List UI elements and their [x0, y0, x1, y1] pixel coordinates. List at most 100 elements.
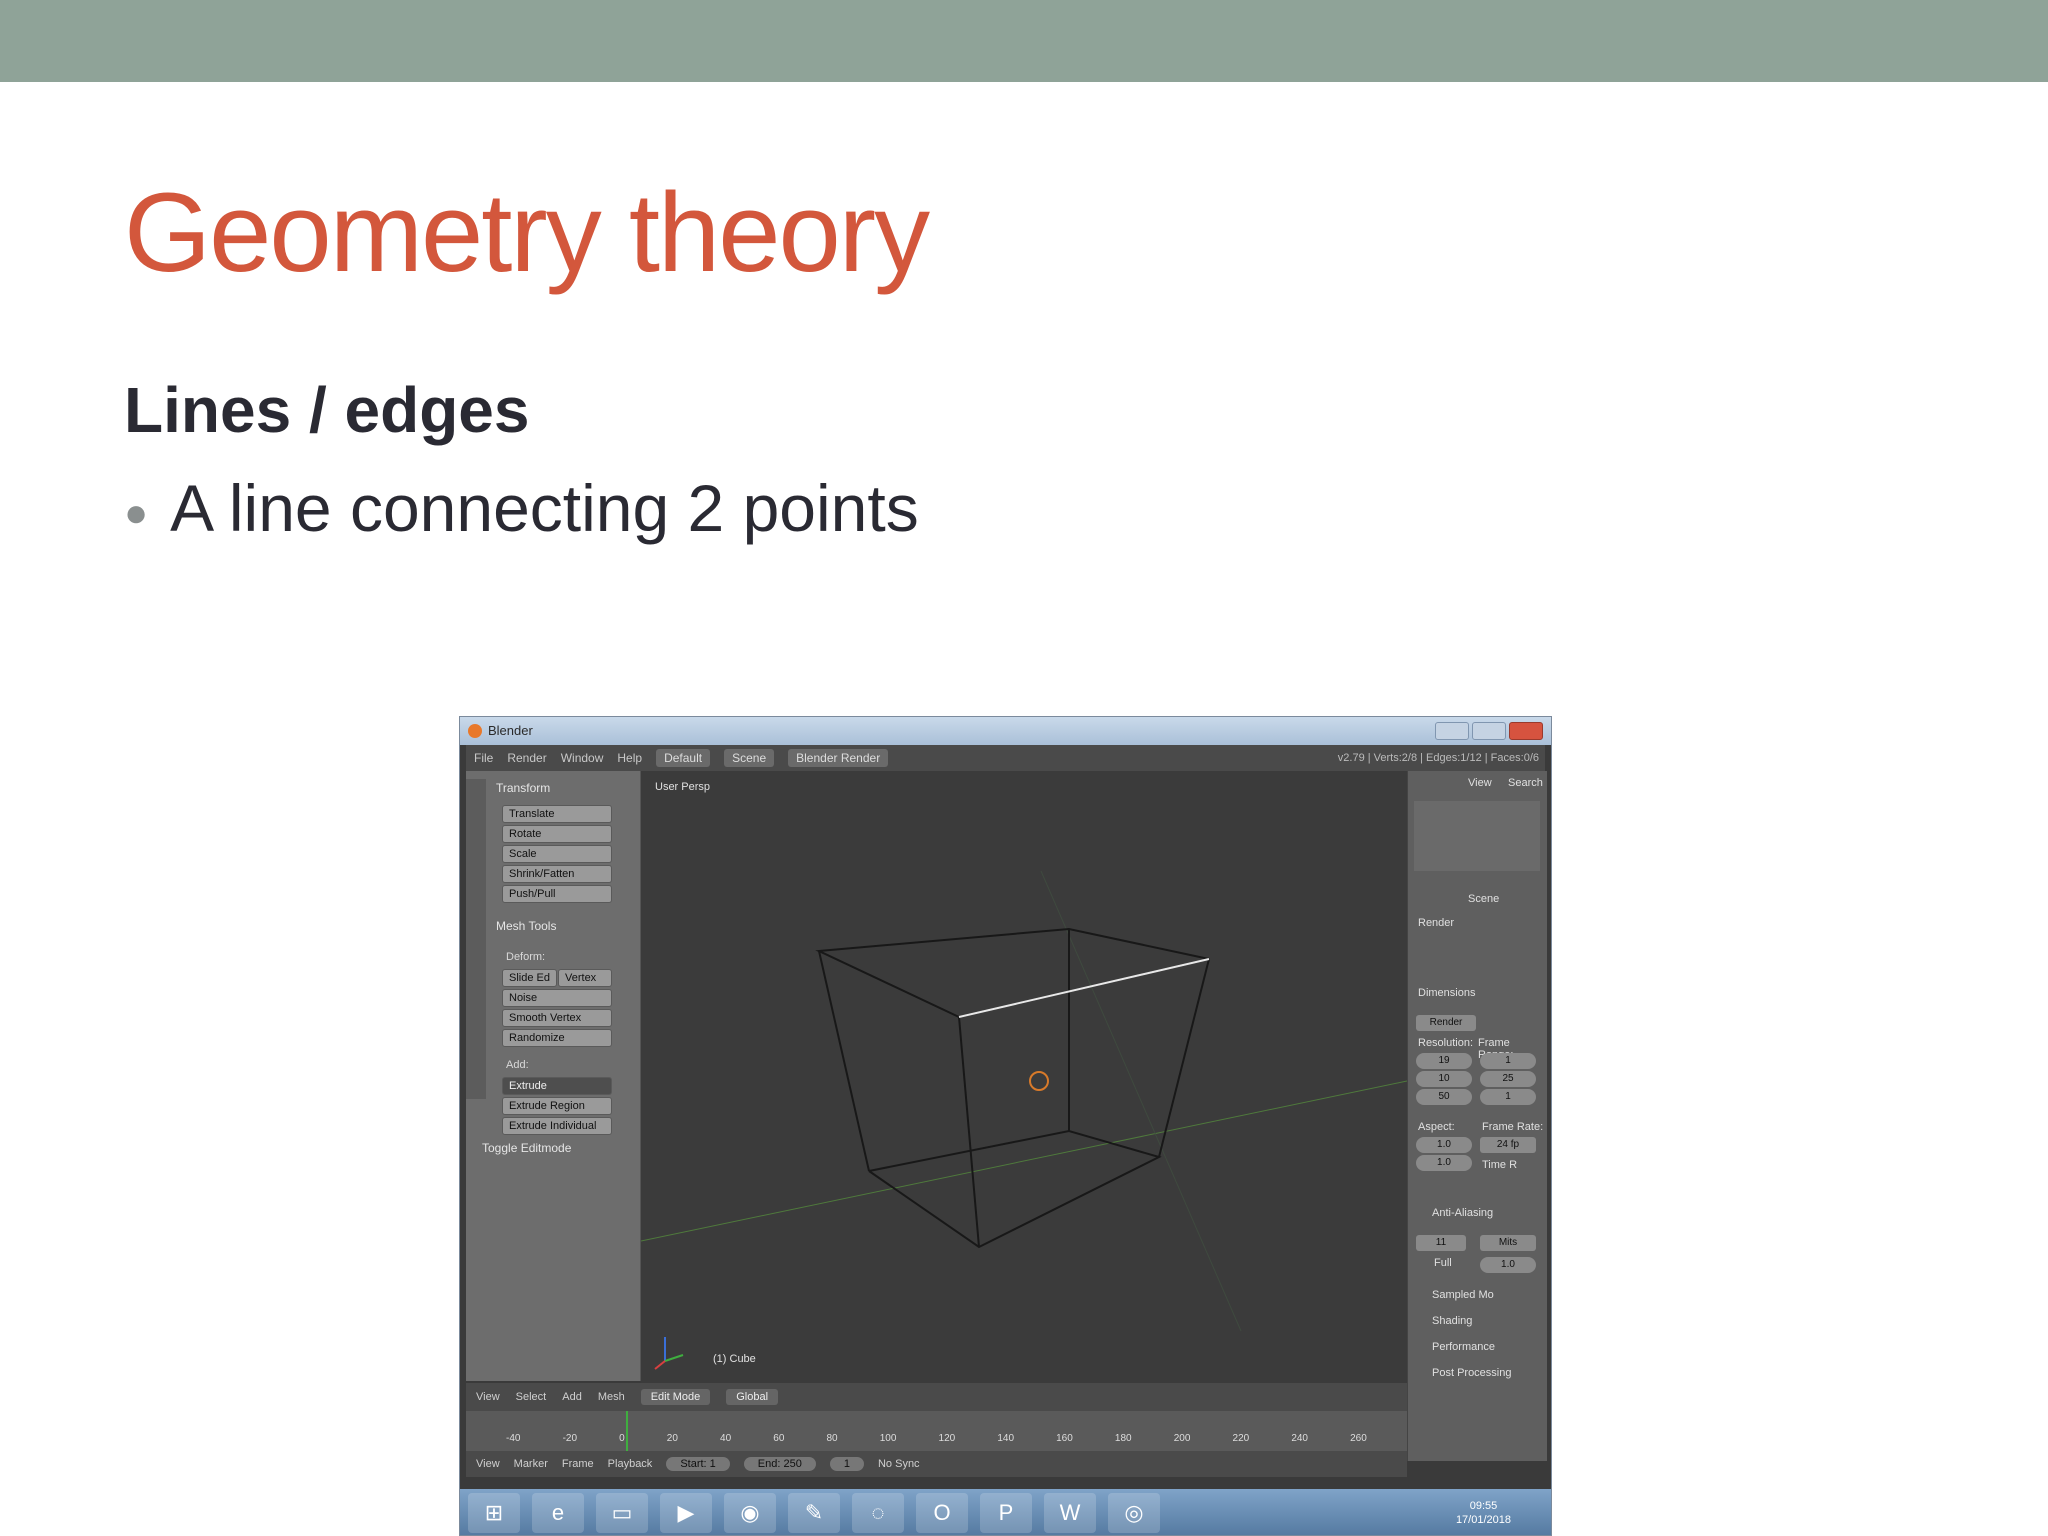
app-icon[interactable]: ◌: [852, 1493, 904, 1533]
full-sample-label[interactable]: Full: [1434, 1257, 1452, 1269]
start-button-icon[interactable]: ⊞: [468, 1493, 520, 1533]
media-player-icon[interactable]: ▶: [660, 1493, 712, 1533]
frame-step-field[interactable]: 1: [1480, 1089, 1536, 1105]
transform-header[interactable]: Transform: [496, 781, 550, 795]
system-clock[interactable]: 09:55 17/01/2018: [1456, 1499, 1551, 1527]
menu-window[interactable]: Window: [561, 751, 604, 765]
maximize-button[interactable]: [1472, 722, 1506, 740]
outliner[interactable]: [1414, 801, 1540, 871]
blender-screenshot: Blender File Render Window Help Default …: [459, 716, 1552, 1536]
resolution-x-field[interactable]: 19: [1416, 1053, 1472, 1069]
tick-label: 120: [938, 1433, 956, 1444]
bullet-item: ● A line connecting 2 points: [124, 470, 919, 546]
time-remap-label: Time R: [1482, 1159, 1518, 1171]
current-frame-field[interactable]: 1: [829, 1457, 864, 1471]
frame-end-field[interactable]: 25: [1480, 1071, 1536, 1087]
timeline[interactable]: -40 -20 0 20 40 60 80 100 120 140 160 18…: [466, 1411, 1407, 1451]
select-menu[interactable]: Select: [516, 1391, 547, 1403]
shrink-fatten-button[interactable]: Shrink/Fatten: [502, 865, 612, 883]
toggle-editmode-header[interactable]: Toggle Editmode: [482, 1141, 571, 1155]
aspect-y-field[interactable]: 1.0: [1416, 1155, 1472, 1171]
resolution-label: Resolution:: [1418, 1037, 1474, 1049]
fps-select[interactable]: 24 fp: [1480, 1137, 1536, 1153]
tick-label: 180: [1114, 1433, 1132, 1444]
slide-edge-button[interactable]: Slide Ed: [502, 969, 557, 987]
bullet-dot-icon: ●: [124, 491, 149, 536]
window-titlebar: Blender: [460, 717, 1551, 745]
timeline-ticks: -40 -20 0 20 40 60 80 100 120 140 160 18…: [506, 1433, 1367, 1444]
file-explorer-icon[interactable]: ▭: [596, 1493, 648, 1533]
window-title: Blender: [488, 723, 533, 738]
aa-samples-field[interactable]: 11: [1416, 1235, 1466, 1251]
rotate-button[interactable]: Rotate: [502, 825, 612, 843]
outliner-search[interactable]: Search: [1508, 777, 1543, 789]
menu-file[interactable]: File: [474, 751, 493, 765]
outliner-view-menu[interactable]: View: [1468, 777, 1492, 789]
cube-edge: [818, 950, 870, 1172]
scene-selector[interactable]: Scene: [724, 749, 775, 767]
smooth-vertex-button[interactable]: Smooth Vertex: [502, 1009, 612, 1027]
orientation-selector[interactable]: Global: [726, 1389, 779, 1405]
current-frame-marker[interactable]: [626, 1411, 628, 1451]
timeline-view-menu[interactable]: View: [476, 1458, 500, 1470]
tick-label: 100: [879, 1433, 897, 1444]
layout-selector[interactable]: Default: [656, 749, 711, 767]
word-icon[interactable]: W: [1044, 1493, 1096, 1533]
translate-button[interactable]: Translate: [502, 805, 612, 823]
vertex-slide-button[interactable]: Vertex: [558, 969, 612, 987]
close-button[interactable]: [1509, 722, 1543, 740]
chrome-icon[interactable]: ◉: [724, 1493, 776, 1533]
3d-cursor-icon: [1029, 1071, 1049, 1091]
resolution-percent-field[interactable]: 50: [1416, 1089, 1472, 1105]
resolution-y-field[interactable]: 10: [1416, 1071, 1472, 1087]
mode-selector[interactable]: Edit Mode: [640, 1389, 711, 1405]
push-pull-button[interactable]: Push/Pull: [502, 885, 612, 903]
minimize-button[interactable]: [1435, 722, 1469, 740]
post-processing-header[interactable]: Post Processing: [1432, 1367, 1511, 1379]
randomize-button[interactable]: Randomize: [502, 1029, 612, 1047]
add-menu[interactable]: Add: [562, 1391, 582, 1403]
end-frame-field[interactable]: End: 250: [743, 1457, 816, 1471]
engine-selector[interactable]: Blender Render: [788, 749, 889, 767]
shading-header[interactable]: Shading: [1432, 1315, 1472, 1327]
extrude-region-button[interactable]: Extrude Region: [502, 1097, 612, 1115]
dimensions-header[interactable]: Dimensions: [1418, 987, 1475, 999]
performance-header[interactable]: Performance: [1432, 1341, 1495, 1353]
tick-label: 220: [1232, 1433, 1250, 1444]
filter-size-field[interactable]: 1.0: [1480, 1257, 1536, 1273]
outlook-icon[interactable]: O: [916, 1493, 968, 1533]
anti-aliasing-header[interactable]: Anti-Aliasing: [1432, 1207, 1493, 1219]
render-preset-select[interactable]: Render: [1416, 1015, 1476, 1031]
powerpoint-icon[interactable]: P: [980, 1493, 1032, 1533]
deform-label: Deform:: [506, 951, 546, 963]
extrude-individual-button[interactable]: Extrude Individual: [502, 1117, 612, 1135]
mesh-tools-header[interactable]: Mesh Tools: [496, 919, 556, 933]
timeline-playback-menu[interactable]: Playback: [608, 1458, 653, 1470]
sampled-motion-header[interactable]: Sampled Mo: [1432, 1289, 1494, 1301]
blender-taskbar-icon[interactable]: ◎: [1108, 1493, 1160, 1533]
timeline-frame-menu[interactable]: Frame: [562, 1458, 594, 1470]
internet-explorer-icon[interactable]: e: [532, 1493, 584, 1533]
tool-tabs[interactable]: [466, 779, 486, 1099]
tick-label: -20: [562, 1433, 578, 1444]
frame-start-field[interactable]: 1: [1480, 1053, 1536, 1069]
view-menu[interactable]: View: [476, 1391, 500, 1403]
menu-render[interactable]: Render: [507, 751, 546, 765]
extrude-button[interactable]: Extrude: [502, 1077, 612, 1095]
sync-selector[interactable]: No Sync: [878, 1458, 920, 1470]
timeline-marker-menu[interactable]: Marker: [514, 1458, 548, 1470]
scene-stats: v2.79 | Verts:2/8 | Edges:1/12 | Faces:0…: [1337, 752, 1539, 764]
tick-label: 240: [1291, 1433, 1308, 1444]
mesh-menu[interactable]: Mesh: [598, 1391, 625, 1403]
start-frame-field[interactable]: Start: 1: [666, 1457, 730, 1471]
noise-button[interactable]: Noise: [502, 989, 612, 1007]
3d-viewport[interactable]: User Persp (1) Cube: [641, 771, 1407, 1383]
paint-icon[interactable]: ✎: [788, 1493, 840, 1533]
aspect-x-field[interactable]: 1.0: [1416, 1137, 1472, 1153]
menu-help[interactable]: Help: [617, 751, 642, 765]
scene-label: Scene: [1468, 893, 1500, 905]
scale-button[interactable]: Scale: [502, 845, 612, 863]
timeline-header: View Marker Frame Playback Start: 1 End:…: [466, 1451, 1407, 1477]
render-panel-header[interactable]: Render: [1418, 917, 1454, 929]
aa-filter-select[interactable]: Mits: [1480, 1235, 1536, 1251]
